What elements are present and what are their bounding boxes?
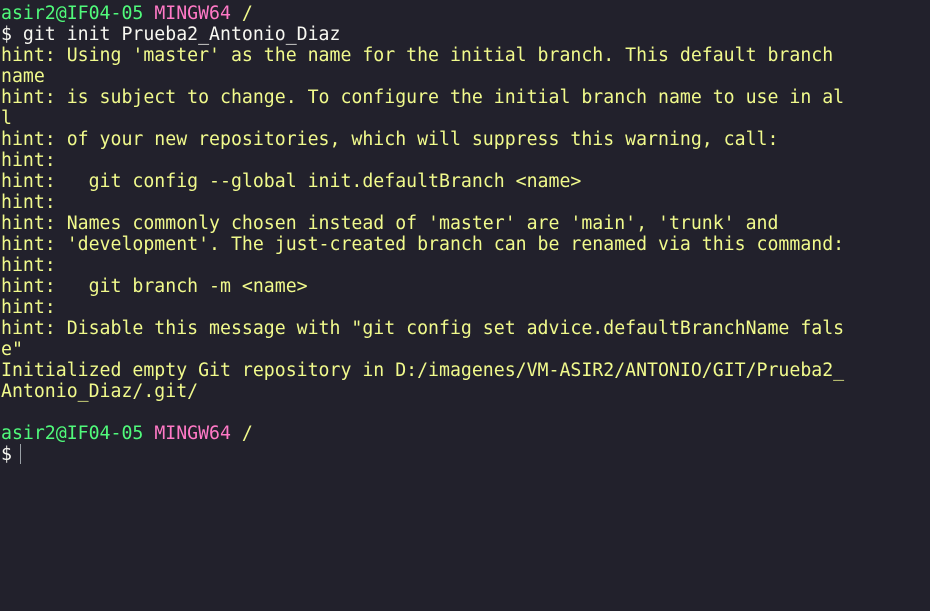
hint-line: hint: git branch -m <name>	[1, 276, 308, 297]
user-host: asir2@IF04-05	[1, 423, 144, 444]
hint-line: hint: Disable this message with "git con…	[1, 318, 845, 339]
hint-line: name	[1, 66, 45, 87]
hint-line: hint:	[1, 255, 56, 276]
hint-line: hint: git config --global init.defaultBr…	[1, 171, 582, 192]
input-line[interactable]: $	[0, 444, 930, 465]
result-line: Antonio_Diaz/.git/	[1, 381, 199, 402]
path-label: /	[241, 3, 253, 24]
hint-line: hint:	[1, 297, 56, 318]
prompt-line: asir2@IF04-05 MINGW64 /	[0, 423, 930, 444]
hint-line: e"	[1, 339, 23, 360]
hint-line: hint: Names commonly chosen instead of '…	[1, 213, 779, 234]
env-label: MINGW64	[154, 3, 231, 24]
hint-line: hint: of your new repositories, which wi…	[1, 129, 779, 150]
text-cursor[interactable]	[19, 444, 21, 464]
prompt-line: asir2@IF04-05 MINGW64 /	[0, 3, 930, 24]
hint-line: l	[1, 108, 12, 129]
terminal-window[interactable]: asir2@IF04-05 MINGW64 / $ git init Prueb…	[0, 0, 930, 611]
hint-line: hint:	[1, 192, 56, 213]
env-label: MINGW64	[154, 423, 231, 444]
command-line: $ git init Prueba2_Antonio_Diaz	[1, 24, 341, 45]
prompt-symbol: $	[1, 444, 12, 465]
hint-line: hint:	[1, 150, 56, 171]
hint-line: hint: is subject to change. To configure…	[1, 87, 845, 108]
path-label: /	[241, 423, 253, 444]
result-line: Initialized empty Git repository in D:/i…	[1, 360, 845, 381]
user-host: asir2@IF04-05	[1, 3, 144, 24]
hint-line: hint: Using 'master' as the name for the…	[1, 45, 834, 66]
hint-line: hint: 'development'. The just-created br…	[1, 234, 845, 255]
